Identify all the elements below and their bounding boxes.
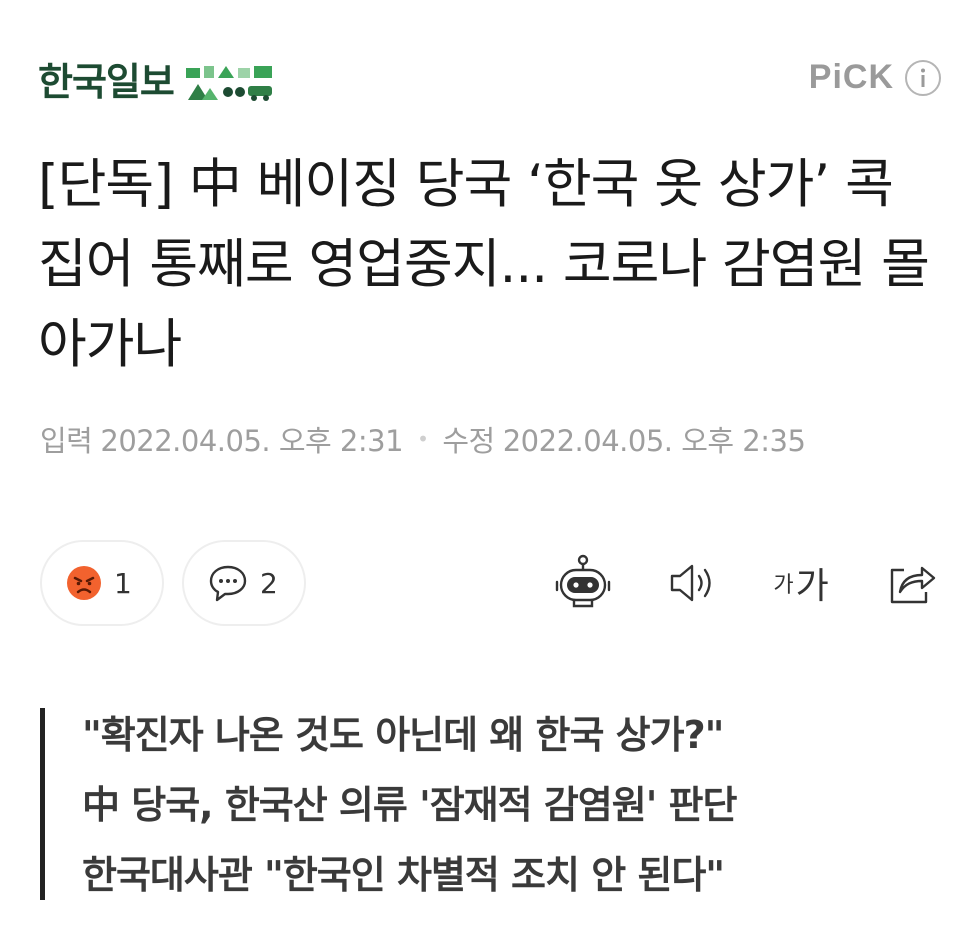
modified-time: 2022.04.05. 오후 2:35	[502, 424, 806, 458]
info-icon[interactable]	[904, 59, 942, 97]
pick-label: PiCK	[808, 58, 894, 96]
font-size-button[interactable]: 가 가	[766, 548, 836, 618]
angry-face-icon	[67, 566, 101, 600]
article-headline: [단독] 中 베이징 당국 ‘한국 옷 상가’ 콕 집어 통째로 영업중지...…	[38, 154, 930, 375]
summary-lines: "확진자 나온 것도 아닌데 왜 한국 상가?" 中 당국, 한국산 의류 '잠…	[82, 700, 737, 910]
article-header: 한국일보 PiCK	[38, 54, 942, 110]
press-name: 한국일보	[38, 60, 175, 104]
comment-bubble-icon	[209, 565, 247, 602]
modified-label: 수정	[442, 424, 495, 458]
press-brand[interactable]: 한국일보	[38, 54, 276, 110]
share-icon	[890, 566, 936, 604]
pick-badge[interactable]: PiCK	[809, 58, 942, 97]
font-big-label: 가	[795, 566, 829, 607]
input-time: 2022.04.05. 오후 2:31	[100, 424, 404, 458]
summary-quote-bar	[40, 708, 45, 900]
input-label: 입력	[40, 424, 93, 458]
article-meta: 입력 2022.04.05. 오후 2:31 • 수정 2022.04.05. …	[40, 418, 806, 460]
comment-count: 2	[260, 566, 278, 600]
reaction-button[interactable]: 1	[40, 540, 164, 626]
font-small-label: 가	[773, 573, 794, 598]
share-button[interactable]	[876, 548, 946, 618]
speaker-icon	[670, 564, 711, 602]
meta-separator: •	[417, 427, 429, 451]
summary-line: 한국대사관 "한국인 차별적 조치 안 된다"	[82, 853, 725, 897]
summary-bot-button[interactable]	[548, 548, 618, 618]
article-page: 한국일보 PiCK [단독] 中 베이징 당국 ‘한국 옷 상가’ 콕 집어 통…	[0, 0, 980, 928]
robot-icon	[555, 554, 611, 608]
summary-line: 中 당국, 한국산 의류 '잠재적 감염원' 판단	[82, 783, 737, 827]
summary-line: "확진자 나온 것도 아닌데 왜 한국 상가?"	[82, 713, 724, 757]
hankook-ilbo-logo-icon	[185, 66, 272, 101]
comment-button[interactable]: 2	[182, 540, 306, 626]
article-summary: "확진자 나온 것도 아닌데 왜 한국 상가?" 中 당국, 한국산 의류 '잠…	[40, 700, 940, 900]
reaction-count: 1	[114, 566, 132, 600]
read-aloud-button[interactable]	[658, 548, 728, 618]
